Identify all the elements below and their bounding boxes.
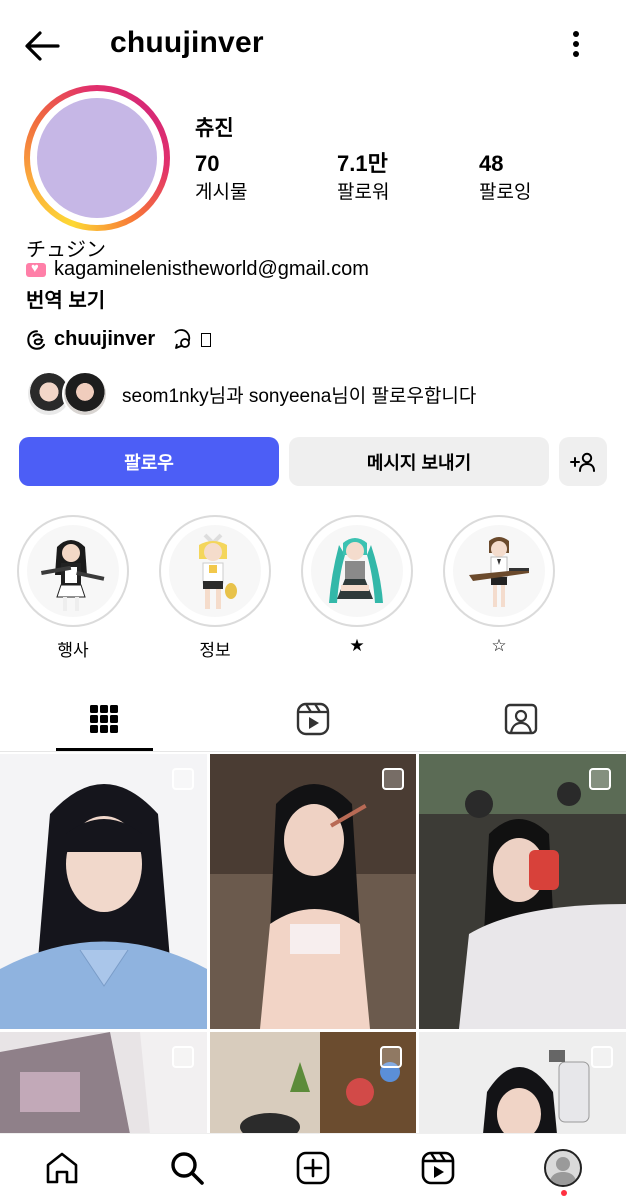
active-tab-indicator <box>56 748 153 751</box>
figure-rifle-image <box>469 537 529 607</box>
back-button[interactable] <box>22 26 62 66</box>
post-image <box>210 754 416 1029</box>
kebab-menu-icon <box>573 31 579 57</box>
figure-teal-twintails-image <box>329 538 383 603</box>
mutual-suffix: 님이 팔로우합니다 <box>331 385 477 407</box>
multi-post-icon <box>172 768 194 790</box>
create-icon <box>296 1151 330 1185</box>
mutual-followers[interactable]: seom1nky님과 sonyeena님이 팔로우합니다 <box>26 371 476 417</box>
threads-badge <box>171 328 212 351</box>
profile-avatar-story-ring[interactable] <box>24 85 170 231</box>
posts-grid <box>0 754 626 1134</box>
profile-username: chuujinver <box>110 26 264 59</box>
tagged-icon <box>504 703 538 735</box>
multi-post-icon <box>172 1046 194 1068</box>
highlight-3-cover <box>311 525 403 617</box>
stat-posts-label: 게시물 <box>195 182 248 203</box>
highlight-3-label: ★ <box>349 636 365 655</box>
nav-home[interactable] <box>42 1148 82 1188</box>
arrow-left-icon <box>25 31 60 61</box>
stat-followers-label: 팔로워 <box>337 182 390 203</box>
home-icon <box>46 1152 78 1184</box>
display-name: 츄진 <box>195 117 234 140</box>
post-image <box>0 754 207 1029</box>
threads-icon <box>27 329 46 350</box>
reels-icon <box>421 1151 455 1185</box>
mutual-user-2: sonyeena <box>248 385 332 407</box>
highlight-2[interactable]: 정보 <box>159 515 271 661</box>
stat-following-label: 팔로잉 <box>479 182 532 203</box>
post-thumbnail-1[interactable] <box>0 754 207 1029</box>
post-thumbnail-5[interactable] <box>210 1032 416 1134</box>
mutual-user-1: seom1nky <box>122 385 209 407</box>
stat-posts-count: 70 <box>195 151 220 176</box>
highlight-4-label: ☆ <box>491 636 507 655</box>
bio-email[interactable]: kagaminelenistheworld@gmail.com <box>54 258 369 281</box>
highlight-1-label: 행사 <box>57 641 89 660</box>
stat-followers-count: 7.1만 <box>337 151 388 176</box>
stat-posts[interactable]: 70 게시물 <box>195 150 247 208</box>
translate-button[interactable]: 번역 보기 <box>26 284 105 313</box>
nav-reels[interactable] <box>418 1148 458 1188</box>
search-icon <box>171 1152 204 1185</box>
tab-posts-grid[interactable] <box>0 688 208 750</box>
post-thumbnail-3[interactable] <box>419 754 626 1029</box>
post-thumbnail-2[interactable] <box>210 754 416 1029</box>
stat-followers[interactable]: 7.1만 팔로워 <box>337 150 389 208</box>
profile-avatar <box>37 98 157 218</box>
tab-reels[interactable] <box>209 688 417 750</box>
add-person-icon <box>570 452 595 472</box>
multi-post-icon <box>591 1046 613 1068</box>
highlight-4-cover <box>453 525 545 617</box>
top-bar: chuujinver <box>0 0 626 88</box>
stat-following-count: 48 <box>479 151 504 176</box>
nav-create[interactable] <box>293 1148 333 1188</box>
threads-handle: chuujinver <box>54 328 156 350</box>
profile-icon <box>544 1149 582 1187</box>
highlight-2-label: 정보 <box>199 641 231 660</box>
nav-profile[interactable] <box>543 1148 583 1188</box>
highlight-4[interactable]: ☆ <box>443 515 555 656</box>
bio-email-line: kagaminelenistheworld@gmail.com <box>26 258 369 281</box>
threads-link[interactable]: chuujinver <box>26 328 212 351</box>
profile-tabs <box>0 688 626 752</box>
highlight-1[interactable]: 행사 <box>17 515 129 661</box>
reels-icon <box>296 702 330 736</box>
bottom-navigation <box>0 1133 626 1200</box>
message-button[interactable]: 메시지 보내기 <box>289 437 549 486</box>
follow-button[interactable]: 팔로우 <box>19 437 279 486</box>
post-thumbnail-4[interactable] <box>0 1032 207 1134</box>
post-image <box>419 754 626 1029</box>
figure-maid-image <box>41 540 105 611</box>
grid-icon <box>90 705 118 733</box>
mutual-connector: 님과 <box>208 385 249 407</box>
threads-chat-icon <box>174 328 191 349</box>
tab-tagged[interactable] <box>417 688 625 750</box>
post-thumbnail-6[interactable] <box>419 1032 626 1134</box>
suggested-users-button[interactable] <box>559 437 607 486</box>
heart-letter-icon <box>26 260 46 277</box>
unknown-glyph-icon <box>201 332 212 347</box>
multi-post-icon <box>382 768 404 790</box>
multi-post-icon <box>589 768 611 790</box>
figure-blonde-image <box>199 533 237 609</box>
nav-search[interactable] <box>167 1148 207 1188</box>
notification-dot <box>561 1190 567 1196</box>
mutual-avatar-2 <box>62 371 108 417</box>
multi-post-icon <box>380 1046 402 1068</box>
more-options-button[interactable] <box>560 26 592 66</box>
highlight-3[interactable]: ★ <box>301 515 413 656</box>
highlight-2-cover <box>169 525 261 617</box>
highlight-1-cover <box>27 525 119 617</box>
stat-following[interactable]: 48 팔로잉 <box>479 150 531 208</box>
